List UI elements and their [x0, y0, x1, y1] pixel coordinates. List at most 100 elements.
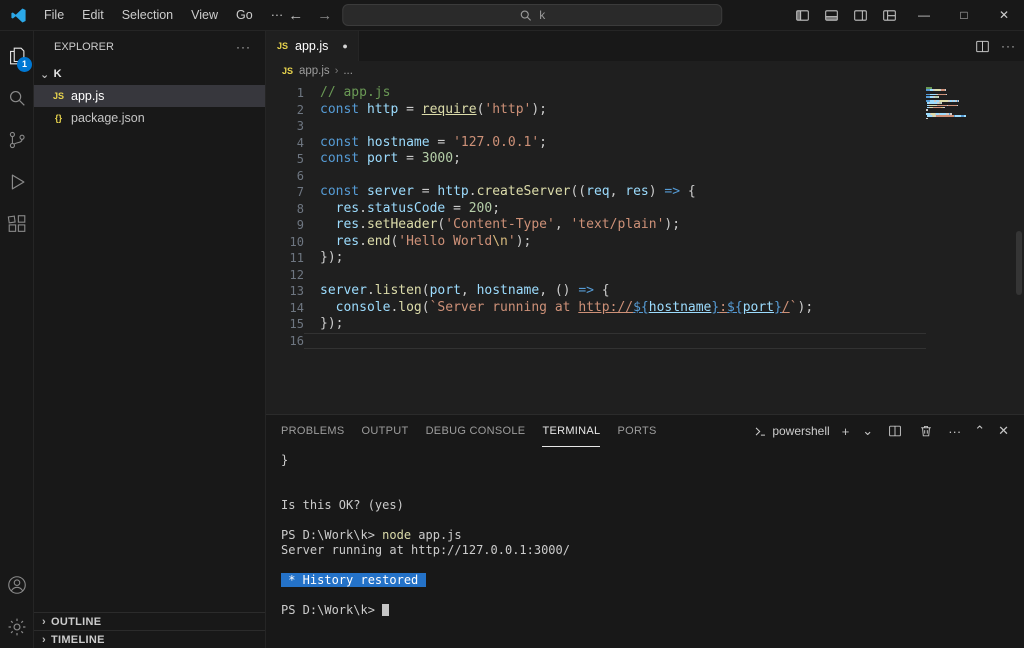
workspace-folder-row[interactable]: ⌄ K [34, 63, 265, 85]
maximize-panel-button[interactable]: ⌃ [969, 423, 990, 439]
panel-tab-ports[interactable]: PORTS [617, 415, 656, 447]
command-center-search[interactable]: k [342, 4, 722, 26]
code-text: const server = http.createServer((req, r… [304, 184, 926, 201]
terminal-profile-dropdown[interactable]: ⌄ [857, 423, 878, 439]
code-line-8[interactable]: 8 res.statusCode = 200; [266, 201, 1024, 218]
terminal-line [281, 513, 1024, 528]
activitybar-account[interactable] [0, 564, 33, 606]
minimap-line-mark [938, 96, 939, 98]
code-token: ` [790, 300, 798, 315]
panel-tab-terminal[interactable]: TERMINAL [542, 415, 600, 447]
code-token: statusCode [367, 201, 445, 216]
code-line-15[interactable]: 15}); [266, 316, 1024, 333]
panel-tabs: PROBLEMS OUTPUT DEBUG CONSOLE TERMINAL PORTS [281, 415, 674, 447]
terminal-line: Server running at http://127.0.0.1:3000/ [281, 543, 1024, 558]
code-line-12[interactable]: 12 [266, 267, 1024, 284]
code-line-3[interactable]: 3 [266, 118, 1024, 135]
code-token: http [367, 102, 398, 117]
line-number: 6 [266, 168, 304, 185]
close-button[interactable]: ✕ [984, 0, 1024, 30]
terminal-text: Server running at http://127.0.0.1:3000/ [281, 543, 570, 557]
code-line-13[interactable]: 13server.listen(port, hostname, () => { [266, 283, 1024, 300]
explorer-more-actions[interactable]: ··· [236, 40, 251, 54]
activitybar-search[interactable] [0, 77, 33, 119]
toggle-panel-icon[interactable] [817, 8, 846, 23]
toggle-sidebar-icon[interactable] [788, 8, 817, 23]
split-terminal-icon[interactable] [881, 424, 909, 438]
modified-indicator[interactable]: ● [342, 41, 347, 51]
code-line-2[interactable]: 2const http = require('http'); [266, 102, 1024, 119]
vscode-window: FileEditSelectionViewGo··· ← → k [0, 0, 1024, 648]
panel-tab-debug-console[interactable]: DEBUG CONSOLE [426, 415, 526, 447]
terminal-text: Is this OK? (yes) [281, 498, 404, 512]
breadcrumb-file[interactable]: app.js [299, 65, 330, 77]
source-control-icon [6, 129, 28, 151]
file-item-package.json[interactable]: {}package.json [34, 107, 265, 129]
menu-edit[interactable]: Edit [73, 0, 113, 30]
section-timeline[interactable]: ›TIMELINE [34, 630, 265, 648]
code-line-16[interactable]: 16 [266, 333, 1024, 350]
sidebar-header: EXPLORER ··· [34, 31, 265, 63]
split-editor-icon[interactable] [968, 39, 997, 54]
code-token: / [782, 300, 790, 315]
activitybar-extensions[interactable] [0, 203, 33, 245]
menu-selection[interactable]: Selection [113, 0, 182, 30]
toggle-secondary-sidebar-icon[interactable] [846, 8, 875, 23]
extensions-icon [6, 213, 28, 235]
code-line-1[interactable]: 1// app.js [266, 85, 1024, 102]
code-token: const [320, 184, 359, 199]
tab-app-js[interactable]: JS app.js ● [266, 31, 359, 61]
menu-go[interactable]: Go [227, 0, 262, 30]
code-token: server [367, 184, 414, 199]
minimize-button[interactable]: — [904, 0, 944, 30]
code-line-14[interactable]: 14 console.log(`Server running at http:/… [266, 300, 1024, 317]
code-token [359, 184, 367, 199]
menu-overflow[interactable]: ··· [262, 0, 293, 30]
minimap[interactable] [926, 87, 966, 122]
panel-tab-problems[interactable]: PROBLEMS [281, 415, 345, 447]
line-number: 7 [266, 184, 304, 201]
code-line-9[interactable]: 9 res.setHeader('Content-Type', 'text/pl… [266, 217, 1024, 234]
editor-group: JS app.js ● ··· JS app.js › ... 1// app. [266, 31, 1024, 648]
code-editor[interactable]: 1// app.js2const http = require('http');… [266, 81, 1024, 414]
code-line-6[interactable]: 6 [266, 168, 1024, 185]
code-line-10[interactable]: 10 res.end('Hello World\n'); [266, 234, 1024, 251]
minimap-line-mark [943, 107, 944, 109]
file-item-app.js[interactable]: JSapp.js [34, 85, 265, 107]
forward-button[interactable]: → [313, 7, 336, 24]
menu-file[interactable]: File [35, 0, 73, 30]
breadcrumb-symbol[interactable]: ... [343, 65, 353, 77]
menu-view[interactable]: View [182, 0, 227, 30]
title-bar-actions: — □ ✕ [788, 0, 1024, 30]
terminal-text: * History restored [281, 573, 426, 587]
code-text: const port = 3000; [304, 151, 926, 168]
close-panel-button[interactable]: ✕ [993, 423, 1014, 439]
code-text: res.setHeader('Content-Type', 'text/plai… [304, 217, 926, 234]
code-token: = [430, 135, 453, 150]
code-line-7[interactable]: 7const server = http.createServer((req, … [266, 184, 1024, 201]
editor-scrollbar[interactable] [1016, 231, 1022, 295]
code-line-11[interactable]: 11}); [266, 250, 1024, 267]
activitybar-run-debug[interactable] [0, 161, 33, 203]
editor-more-actions[interactable]: ··· [1001, 39, 1016, 53]
code-token [320, 201, 336, 216]
activitybar-source-control[interactable] [0, 119, 33, 161]
terminal-line: PS D:\Work\k> node app.js [281, 528, 1024, 543]
terminal-profile[interactable]: powershell [754, 424, 829, 438]
activitybar-explorer[interactable]: 1 [0, 35, 33, 77]
breadcrumb[interactable]: JS app.js › ... [266, 61, 1024, 81]
kill-terminal-icon[interactable] [912, 424, 940, 438]
code-token [359, 151, 367, 166]
panel-tab-output[interactable]: OUTPUT [362, 415, 409, 447]
maximize-button[interactable]: □ [944, 0, 984, 30]
activitybar-settings[interactable] [0, 606, 33, 648]
terminal-output[interactable]: } Is this OK? (yes) PS D:\Work\k> node a… [266, 447, 1024, 648]
section-outline[interactable]: ›OUTLINE [34, 612, 265, 630]
customize-layout-icon[interactable] [875, 8, 904, 23]
code-line-5[interactable]: 5const port = 3000; [266, 151, 1024, 168]
code-text: res.statusCode = 200; [304, 201, 926, 218]
panel-more-actions[interactable]: ··· [943, 424, 966, 439]
new-terminal-button[interactable]: + [837, 424, 855, 439]
search-icon [6, 87, 28, 109]
code-line-4[interactable]: 4const hostname = '127.0.0.1'; [266, 135, 1024, 152]
